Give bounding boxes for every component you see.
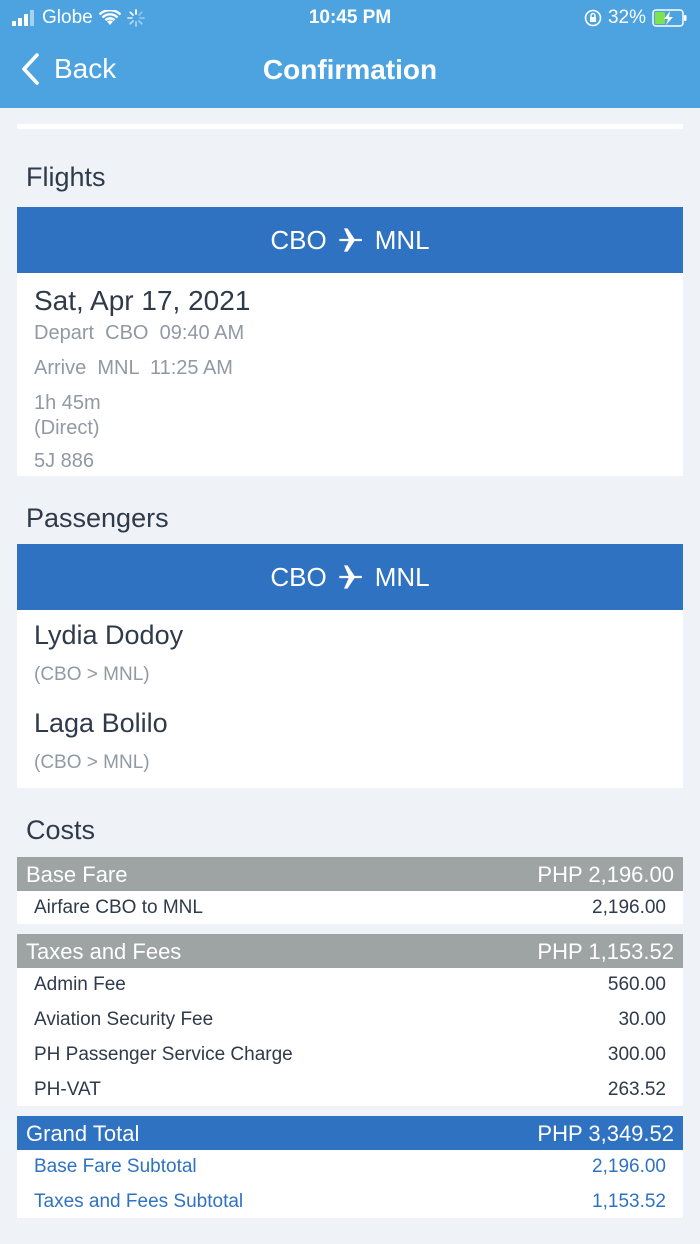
cost-row: Airfare CBO to MNL 2,196.00	[17, 891, 683, 926]
arrive-info: Arrive MNL 11:25 AM	[34, 357, 233, 379]
flights-section-title: Flights	[26, 162, 106, 192]
depart-info: Depart CBO 09:40 AM	[34, 322, 245, 344]
subtotal-amount: 1,153.52	[592, 1191, 666, 1212]
cost-label: PH Passenger Service Charge	[34, 1044, 293, 1065]
subtotal-amount: 2,196.00	[592, 1156, 666, 1177]
cost-amount: 263.52	[607, 1079, 666, 1100]
passenger-route: (CBO > MNL)	[34, 664, 150, 685]
battery-charging-icon	[652, 9, 687, 27]
cost-label: Airfare CBO to MNL	[34, 897, 203, 918]
passenger-name: Lydia Dodoy	[34, 620, 184, 650]
grand-total-amount: PHP 3,349.52	[537, 1121, 674, 1146]
taxes-label: Taxes and Fees	[26, 939, 182, 964]
airplane-icon	[339, 565, 362, 589]
cost-amount: 2,196.00	[592, 897, 666, 918]
cost-label: PH-VAT	[34, 1079, 101, 1100]
passenger-route: (CBO > MNL)	[34, 752, 150, 773]
passenger-card: Lydia Dodoy (CBO > MNL) Laga Bolilo (CBO…	[17, 610, 683, 788]
base-fare-amount: PHP 2,196.00	[537, 862, 674, 887]
status-right: 32%	[584, 7, 688, 29]
taxes-items: Admin Fee 560.00 Aviation Security Fee 3…	[17, 968, 683, 1106]
flight-card: Sat, Apr 17, 2021 Depart CBO 09:40 AM Ar…	[17, 273, 683, 476]
flight-type: (Direct)	[34, 417, 100, 439]
cost-row: PH Passenger Service Charge 300.00	[17, 1038, 683, 1073]
route-origin: CBO	[270, 561, 327, 592]
battery-percent: 32%	[607, 7, 646, 28]
grand-total-label: Grand Total	[26, 1121, 140, 1146]
route-origin: CBO	[270, 224, 327, 255]
cost-label: Admin Fee	[34, 974, 126, 995]
route-destination: MNL	[374, 224, 430, 255]
cost-amount: 560.00	[607, 974, 666, 995]
page-title: Confirmation	[262, 54, 438, 85]
base-fare-header: Base Fare PHP 2,196.00	[17, 857, 683, 891]
app-header: Globe 10:45 PM 32% Back Confirmation	[0, 0, 700, 108]
costs-section-title: Costs	[26, 815, 96, 845]
top-divider	[17, 124, 683, 129]
subtotal-label: Taxes and Fees Subtotal	[34, 1191, 244, 1212]
cost-label: Aviation Security Fee	[34, 1009, 214, 1030]
cost-row: Aviation Security Fee 30.00	[17, 1003, 683, 1038]
taxes-header: Taxes and Fees PHP 1,153.52	[17, 934, 683, 968]
route-destination: MNL	[374, 561, 430, 592]
subtotal-row[interactable]: Taxes and Fees Subtotal 1,153.52	[17, 1185, 683, 1220]
nav-bar: Back Confirmation	[0, 36, 700, 108]
status-bar: Globe 10:45 PM 32%	[0, 0, 700, 36]
cost-row: PH-VAT 263.52	[17, 1073, 683, 1108]
base-fare-items: Airfare CBO to MNL 2,196.00	[17, 891, 683, 924]
flight-route-bar: CBO MNL	[17, 207, 683, 273]
subtotal-label: Base Fare Subtotal	[34, 1156, 197, 1177]
flight-number: 5J 886	[34, 450, 95, 472]
airplane-icon	[339, 228, 362, 252]
grand-total-header: Grand Total PHP 3,349.52	[17, 1116, 683, 1150]
cost-amount: 300.00	[607, 1044, 666, 1065]
base-fare-label: Base Fare	[26, 862, 128, 887]
flight-duration: 1h 45m	[34, 392, 101, 414]
cost-row: Admin Fee 560.00	[17, 968, 683, 1003]
cost-amount: 30.00	[618, 1009, 666, 1030]
passengers-section-title: Passengers	[26, 503, 169, 533]
flight-date: Sat, Apr 17, 2021	[34, 285, 251, 316]
orientation-lock-icon	[584, 9, 602, 27]
taxes-amount: PHP 1,153.52	[537, 939, 674, 964]
grand-total-items: Base Fare Subtotal 2,196.00 Taxes and Fe…	[17, 1150, 683, 1218]
subtotal-row[interactable]: Base Fare Subtotal 2,196.00	[17, 1150, 683, 1185]
passenger-name: Laga Bolilo	[34, 708, 168, 738]
passenger-route-bar: CBO MNL	[17, 544, 683, 610]
